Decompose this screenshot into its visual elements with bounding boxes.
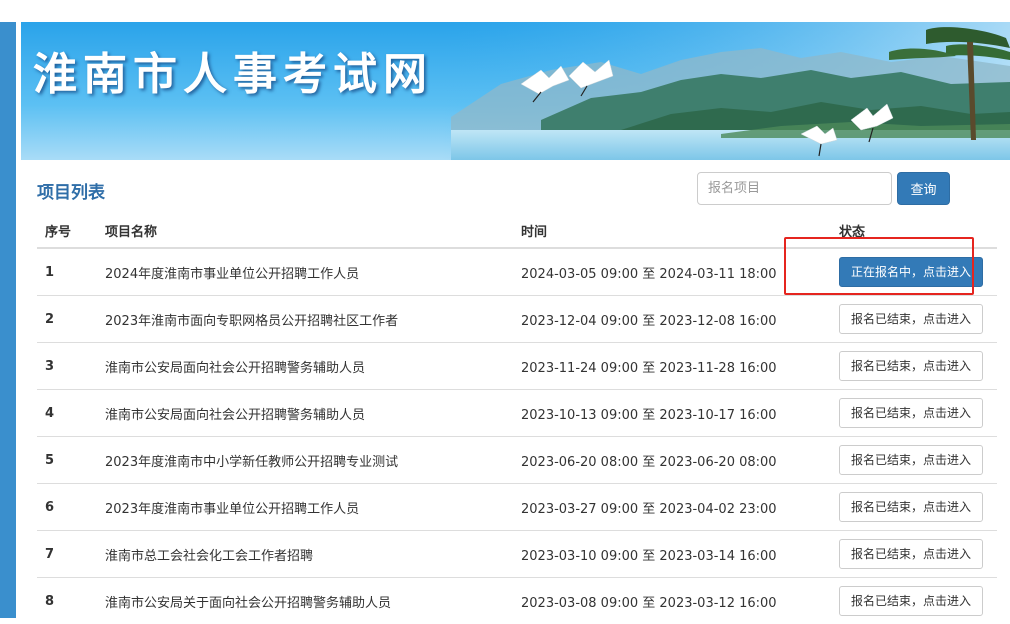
table-row: 52023年度淮南市中小学新任教师公开招聘专业测试2023-06-20 08:0… (37, 437, 997, 484)
project-name: 2023年度淮南市中小学新任教师公开招聘专业测试 (97, 437, 513, 484)
enter-closed-project-button[interactable]: 报名已结束，点击进入 (839, 586, 983, 616)
table-body: 12024年度淮南市事业单位公开招聘工作人员2024-03-05 09:00 至… (37, 248, 997, 624)
enter-closed-project-button[interactable]: 报名已结束，点击进入 (839, 539, 983, 569)
status-cell: 报名已结束，点击进入 (831, 484, 997, 531)
status-cell: 报名已结束，点击进入 (831, 343, 997, 390)
status-cell: 报名已结束，点击进入 (831, 578, 997, 624)
status-cell: 报名已结束，点击进入 (831, 531, 997, 578)
registration-period: 2023-03-10 09:00 至 2023-03-14 16:00 (513, 531, 831, 578)
row-number: 4 (37, 390, 97, 437)
row-number: 1 (37, 248, 97, 296)
project-name: 淮南市公安局面向社会公开招聘警务辅助人员 (97, 390, 513, 437)
column-header-number: 序号 (37, 214, 97, 248)
project-name: 2024年度淮南市事业单位公开招聘工作人员 (97, 248, 513, 296)
table-row: 4淮南市公安局面向社会公开招聘警务辅助人员2023-10-13 09:00 至 … (37, 390, 997, 437)
site-title: 淮南市人事考试网 (33, 38, 433, 102)
registration-period: 2023-11-24 09:00 至 2023-11-28 16:00 (513, 343, 831, 390)
search-button[interactable]: 查询 (897, 172, 950, 205)
enter-closed-project-button[interactable]: 报名已结束，点击进入 (839, 398, 983, 428)
enter-closed-project-button[interactable]: 报名已结束，点击进入 (839, 351, 983, 381)
header-banner: 淮南市人事考试网 (21, 22, 1010, 160)
enter-closed-project-button[interactable]: 报名已结束，点击进入 (839, 492, 983, 522)
table-row: 7淮南市总工会社会化工会工作者招聘2023-03-10 09:00 至 2023… (37, 531, 997, 578)
row-number: 5 (37, 437, 97, 484)
registration-period: 2023-12-04 09:00 至 2023-12-08 16:00 (513, 296, 831, 343)
highlight-annotation-box (784, 237, 974, 295)
registration-period: 2023-10-13 09:00 至 2023-10-17 16:00 (513, 390, 831, 437)
project-name: 淮南市公安局面向社会公开招聘警务辅助人员 (97, 343, 513, 390)
table-row: 22023年淮南市面向专职网格员公开招聘社区工作者2023-12-04 09:0… (37, 296, 997, 343)
left-accent-bar (0, 22, 16, 618)
status-cell: 报名已结束，点击进入 (831, 437, 997, 484)
row-number: 8 (37, 578, 97, 624)
registration-period: 2023-03-08 09:00 至 2023-03-12 16:00 (513, 578, 831, 624)
status-cell: 报名已结束，点击进入 (831, 390, 997, 437)
enter-closed-project-button[interactable]: 报名已结束，点击进入 (839, 304, 983, 334)
project-name: 2023年度淮南市事业单位公开招聘工作人员 (97, 484, 513, 531)
row-number: 6 (37, 484, 97, 531)
project-name: 淮南市总工会社会化工会工作者招聘 (97, 531, 513, 578)
enter-closed-project-button[interactable]: 报名已结束，点击进入 (839, 445, 983, 475)
search-input[interactable] (697, 172, 892, 205)
table-row: 8淮南市公安局关于面向社会公开招聘警务辅助人员2023-03-08 09:00 … (37, 578, 997, 624)
row-number: 2 (37, 296, 97, 343)
project-name: 2023年淮南市面向专职网格员公开招聘社区工作者 (97, 296, 513, 343)
project-name: 淮南市公安局关于面向社会公开招聘警务辅助人员 (97, 578, 513, 624)
row-number: 3 (37, 343, 97, 390)
row-number: 7 (37, 531, 97, 578)
registration-period: 2023-03-27 09:00 至 2023-04-02 23:00 (513, 484, 831, 531)
column-header-name: 项目名称 (97, 214, 513, 248)
table-row: 3淮南市公安局面向社会公开招聘警务辅助人员2023-11-24 09:00 至 … (37, 343, 997, 390)
status-cell: 报名已结束，点击进入 (831, 296, 997, 343)
registration-period: 2023-06-20 08:00 至 2023-06-20 08:00 (513, 437, 831, 484)
section-title: 项目列表 (37, 178, 105, 203)
table-row: 62023年度淮南市事业单位公开招聘工作人员2023-03-27 09:00 至… (37, 484, 997, 531)
